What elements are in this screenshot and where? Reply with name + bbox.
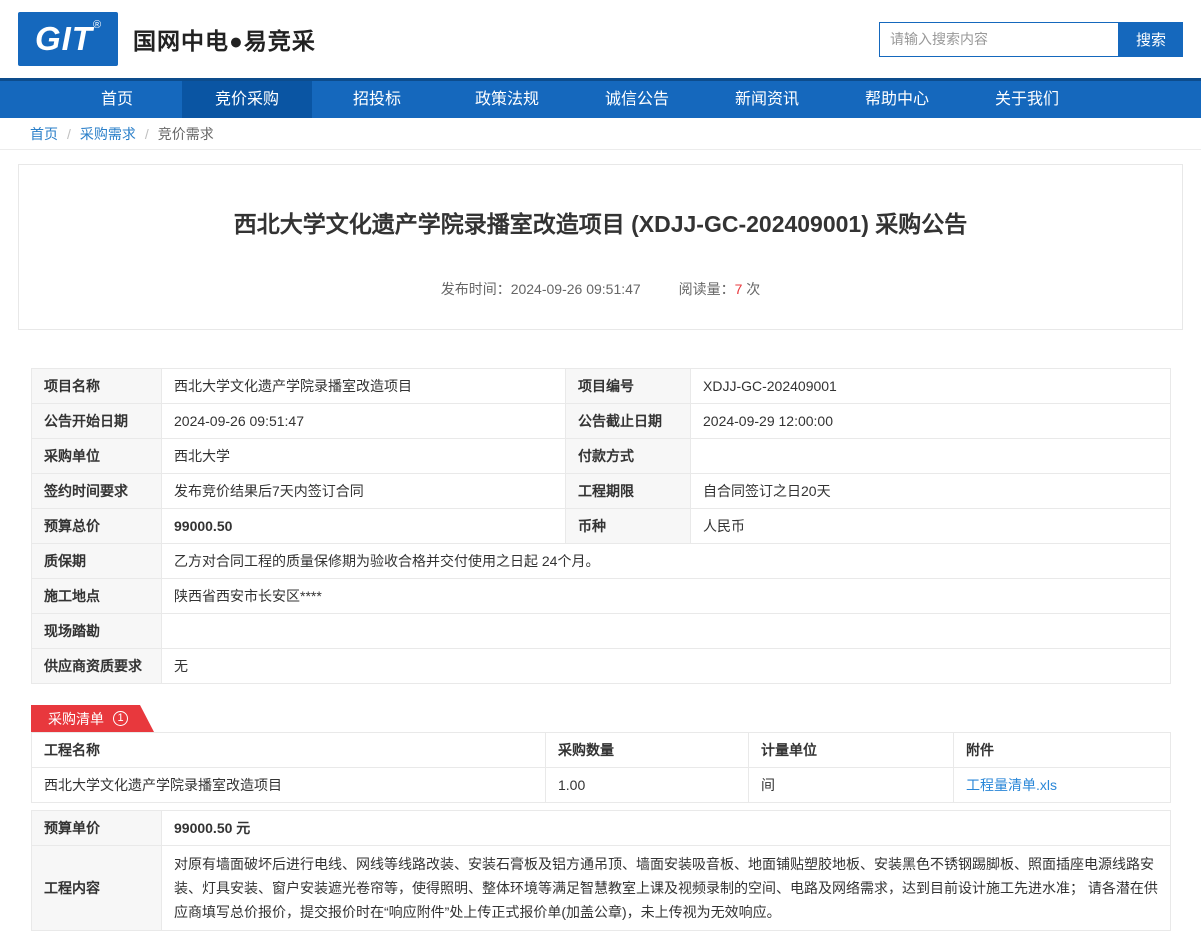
table-row: 公告开始日期 2024-09-26 09:51:47 公告截止日期 2024-0… [32,404,1171,439]
field-value [691,439,1171,474]
column-header: 附件 [954,733,1171,768]
tab-purchase-list[interactable]: 采购清单 1 [31,705,140,732]
purchase-list-tab-row: 采购清单 1 [31,705,1170,732]
project-info-table: 项目名称 西北大学文化遗产学院录播室改造项目 项目编号 XDJJ-GC-2024… [31,368,1171,684]
field-value: 无 [162,649,1171,684]
logo-text: GIT [35,20,93,58]
table-row: 施工地点 陕西省西安市长安区**** [32,579,1171,614]
column-header: 计量单位 [749,733,954,768]
table-row: 质保期 乙方对合同工程的质量保修期为验收合格并交付使用之日起 24个月。 [32,544,1171,579]
field-label: 供应商资质要求 [32,649,162,684]
publish-time-label: 发布时间： [441,281,511,297]
search-area: 搜索 [879,22,1183,57]
nav-item-policy[interactable]: 政策法规 [442,81,572,118]
column-header: 采购数量 [546,733,749,768]
table-header-row: 工程名称 采购数量 计量单位 附件 [32,733,1171,768]
tab-purchase-list-label: 采购清单 [48,709,104,729]
breadcrumb-purchase-demand[interactable]: 采购需求 [80,124,136,144]
field-value: 自合同签订之日20天 [691,474,1171,509]
table-row: 现场踏勘 [32,614,1171,649]
field-value: 人民币 [691,509,1171,544]
table-row: 预算单价 99000.50 元 [32,811,1171,846]
column-header: 工程名称 [32,733,546,768]
breadcrumb-current: 竞价需求 [158,124,214,144]
table-row: 签约时间要求 发布竞价结果后7天内签订合同 工程期限 自合同签订之日20天 [32,474,1171,509]
field-label: 现场踏勘 [32,614,162,649]
work-content-text: 对原有墙面破坏后进行电线、网线等线路改装、安装石膏板及铝方通吊顶、墙面安装吸音板… [162,846,1171,931]
views-count: 7 [735,281,743,297]
table-row: 供应商资质要求 无 [32,649,1171,684]
project-detail-table: 预算单价 99000.50 元 工程内容 对原有墙面破坏后进行电线、网线等线路改… [31,810,1171,931]
breadcrumb-separator: / [145,126,149,142]
breadcrumb-home[interactable]: 首页 [30,124,58,144]
field-label: 工程内容 [32,846,162,931]
breadcrumb: 首页 / 采购需求 / 竞价需求 [0,118,1201,150]
table-row: 项目名称 西北大学文化遗产学院录播室改造项目 项目编号 XDJJ-GC-2024… [32,369,1171,404]
field-value: 2024-09-29 12:00:00 [691,404,1171,439]
main-nav: 首页 竞价采购 招投标 政策法规 诚信公告 新闻资讯 帮助中心 关于我们 [0,78,1201,118]
field-value: 陕西省西安市长安区**** [162,579,1171,614]
site-name: 国网中电●易竞采 [133,22,316,56]
page-title: 西北大学文化遗产学院录播室改造项目 (XDJJ-GC-202409001) 采购… [49,205,1152,239]
site-header: GIT® 国网中电●易竞采 搜索 [0,0,1201,78]
search-input[interactable] [879,22,1119,57]
field-label: 工程期限 [566,474,691,509]
field-label: 签约时间要求 [32,474,162,509]
publish-time-value: 2024-09-26 09:51:47 [511,281,641,297]
git-logo[interactable]: GIT® [18,12,118,66]
quantity-cell: 1.00 [546,768,749,803]
attachment-link[interactable]: 工程量清单.xls [966,777,1057,793]
nav-item-home[interactable]: 首页 [52,81,182,118]
field-label: 施工地点 [32,579,162,614]
announcement-card: 西北大学文化遗产学院录播室改造项目 (XDJJ-GC-202409001) 采购… [18,164,1183,330]
search-button[interactable]: 搜索 [1119,22,1183,57]
nav-item-about-us[interactable]: 关于我们 [962,81,1092,118]
nav-item-help-center[interactable]: 帮助中心 [832,81,962,118]
count-badge: 1 [113,711,128,726]
field-value [162,614,1171,649]
nav-item-tender[interactable]: 招投标 [312,81,442,118]
field-label: 质保期 [32,544,162,579]
field-value: XDJJ-GC-202409001 [691,369,1171,404]
views-unit: 次 [746,281,760,297]
registered-mark-icon: ® [93,19,101,31]
table-row: 西北大学文化遗产学院录播室改造项目 1.00 间 工程量清单.xls [32,768,1171,803]
project-name-cell: 西北大学文化遗产学院录播室改造项目 [32,768,546,803]
field-label: 项目编号 [566,369,691,404]
breadcrumb-separator: / [67,126,71,142]
table-row: 采购单位 西北大学 付款方式 [32,439,1171,474]
field-value: 乙方对合同工程的质量保修期为验收合格并交付使用之日起 24个月。 [162,544,1171,579]
table-row: 工程内容 对原有墙面破坏后进行电线、网线等线路改装、安装石膏板及铝方通吊顶、墙面… [32,846,1171,931]
field-value: 西北大学 [162,439,566,474]
purchase-list-table: 工程名称 采购数量 计量单位 附件 西北大学文化遗产学院录播室改造项目 1.00… [31,732,1171,803]
nav-item-integrity-notice[interactable]: 诚信公告 [572,81,702,118]
article-meta: 发布时间：2024-09-26 09:51:47 阅读量：7 次 [49,279,1152,299]
nav-item-news[interactable]: 新闻资讯 [702,81,832,118]
field-value: 2024-09-26 09:51:47 [162,404,566,439]
field-label: 公告开始日期 [32,404,162,439]
field-label: 公告截止日期 [566,404,691,439]
unit-price-value: 99000.50 元 [162,811,1171,846]
field-value: 西北大学文化遗产学院录播室改造项目 [162,369,566,404]
unit-cell: 间 [749,768,954,803]
field-label: 预算单价 [32,811,162,846]
attachment-cell: 工程量清单.xls [954,768,1171,803]
field-label: 项目名称 [32,369,162,404]
field-label: 币种 [566,509,691,544]
total-budget-value: 99000.50 [162,509,566,544]
table-row: 预算总价 99000.50 币种 人民币 [32,509,1171,544]
field-label: 采购单位 [32,439,162,474]
field-label: 预算总价 [32,509,162,544]
nav-item-bidding-purchase[interactable]: 竞价采购 [182,81,312,118]
views-label: 阅读量： [679,281,735,297]
field-label: 付款方式 [566,439,691,474]
field-value: 发布竞价结果后7天内签订合同 [162,474,566,509]
